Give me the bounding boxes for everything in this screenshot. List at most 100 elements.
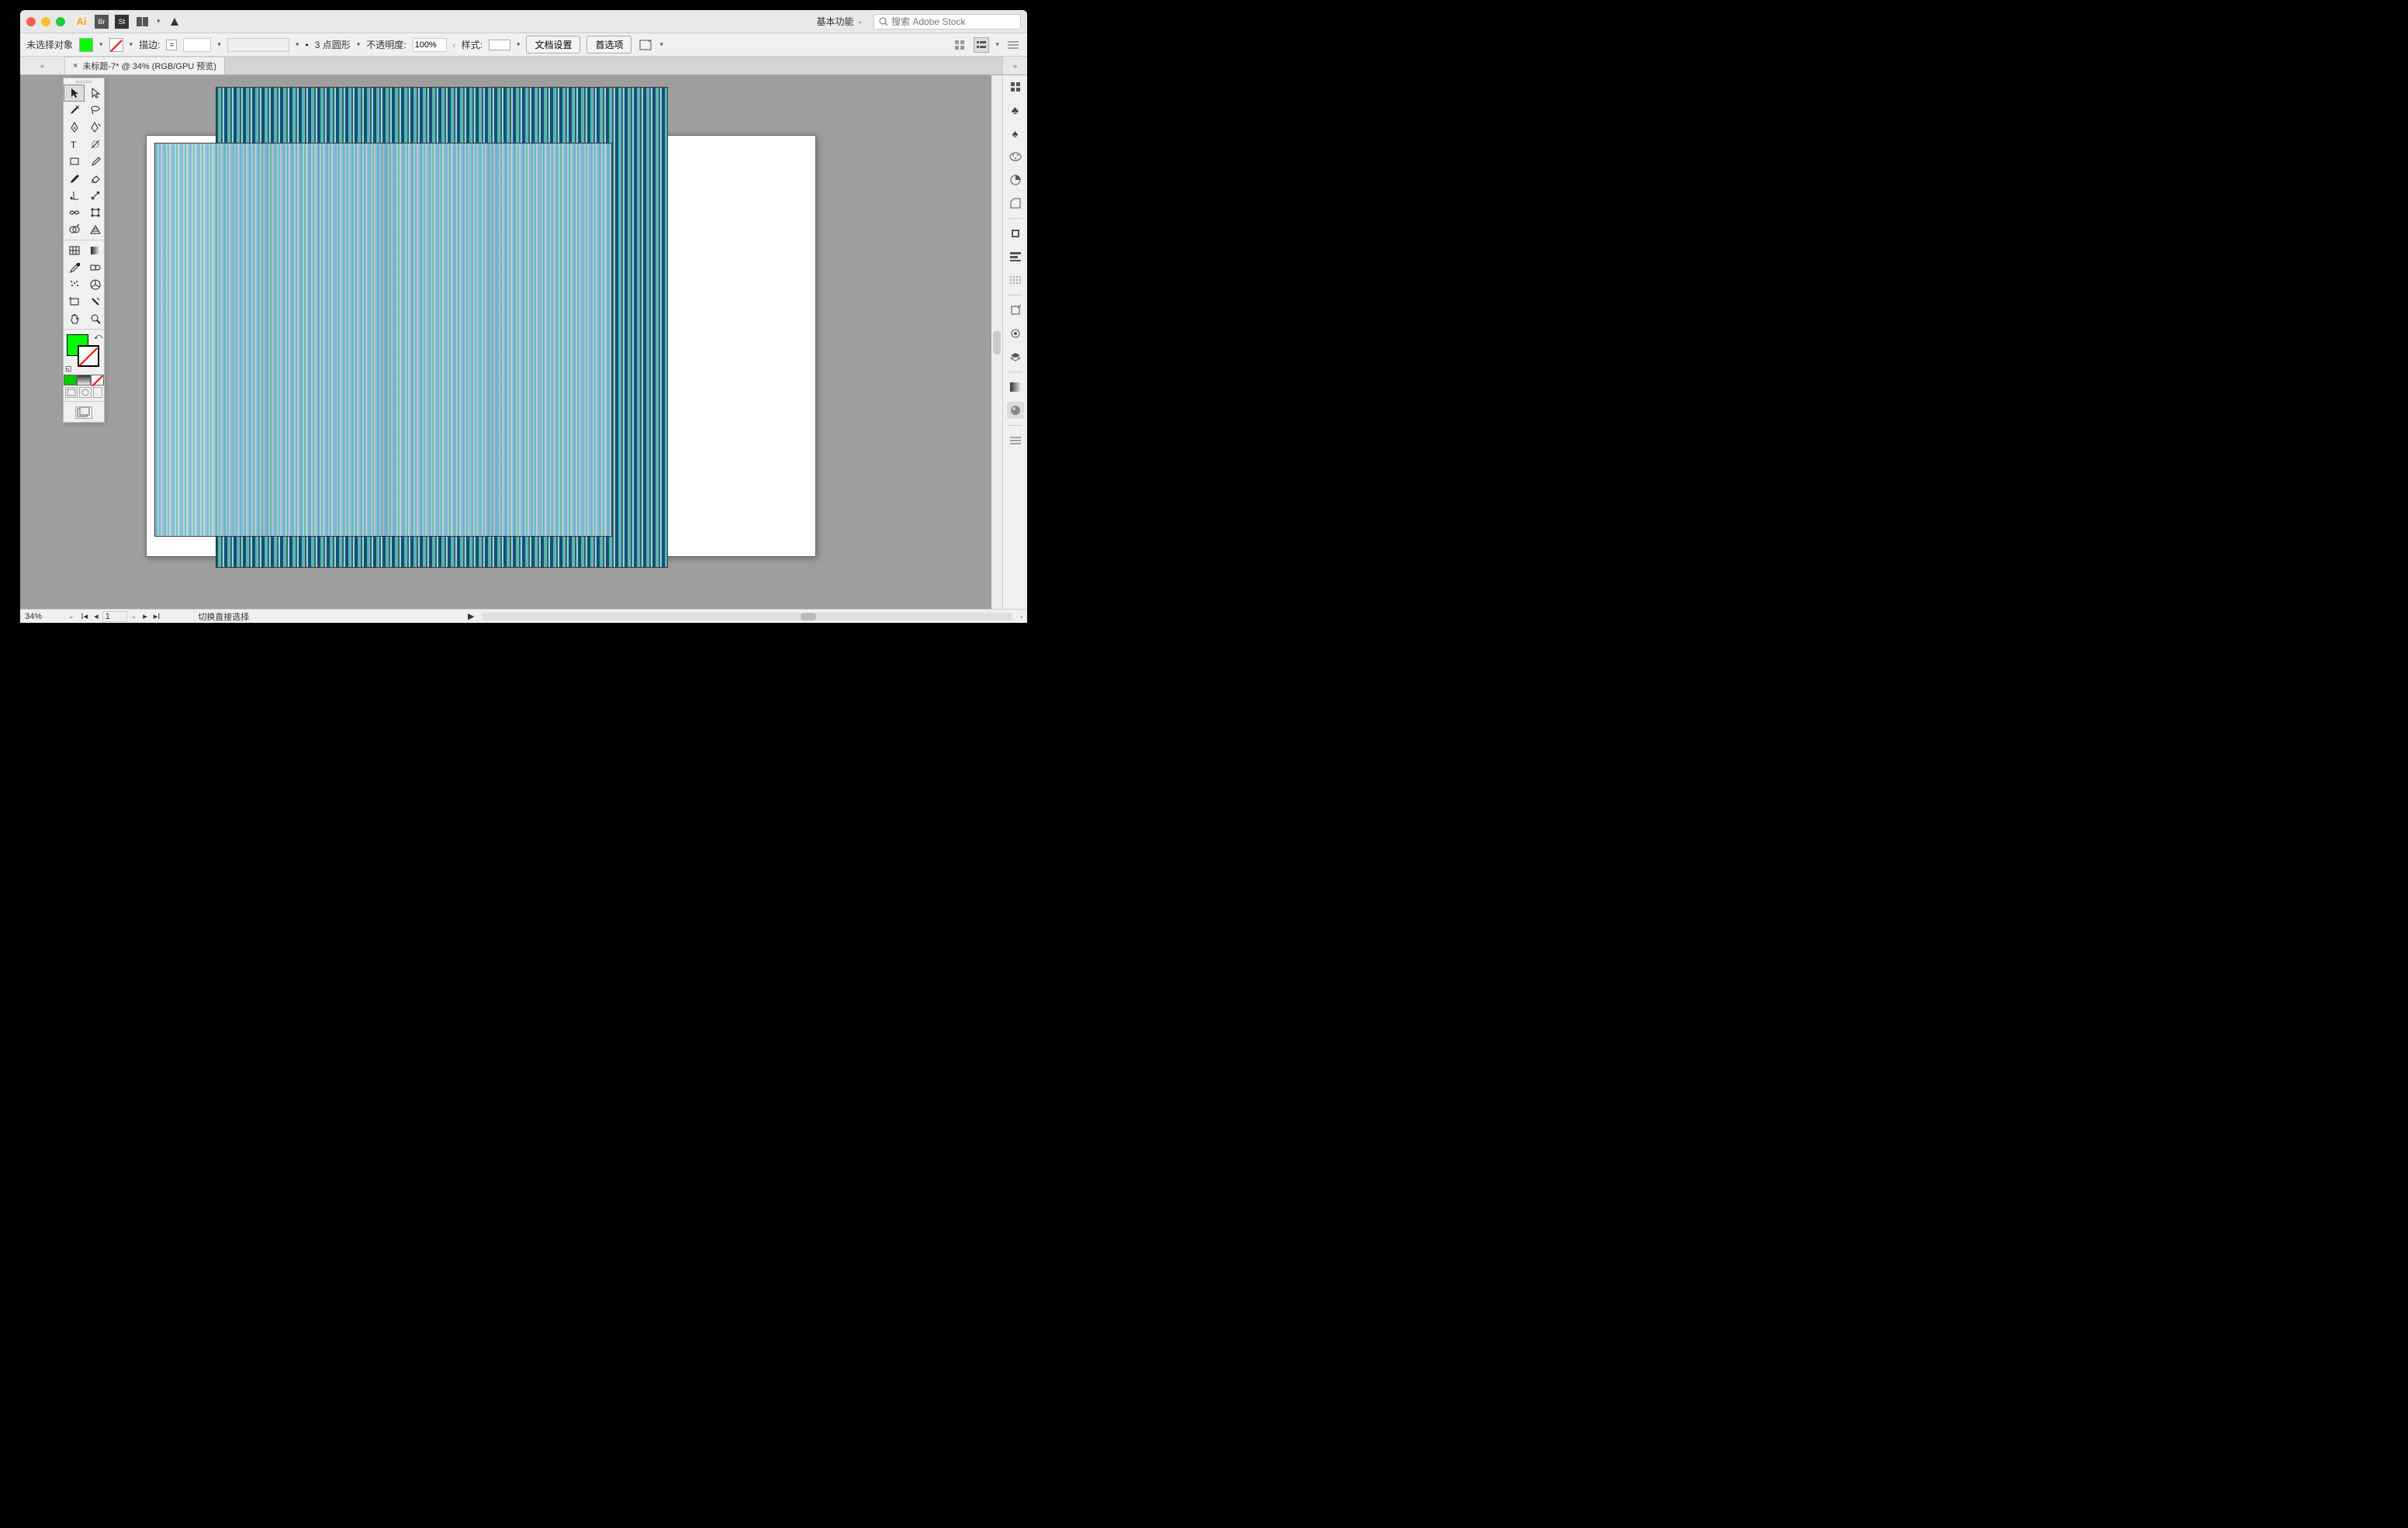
workspace-switcher[interactable]: 基本功能 ⌄: [811, 13, 867, 29]
minimize-window-icon[interactable]: [41, 17, 50, 26]
mesh-tool[interactable]: [64, 242, 85, 259]
pathfinder-panel-icon[interactable]: [1007, 271, 1024, 289]
zoom-tool[interactable]: [85, 310, 106, 327]
default-fill-stroke-icon[interactable]: ◱: [65, 365, 72, 373]
first-artboard-icon[interactable]: I◂: [79, 611, 91, 621]
horizontal-scrollbar[interactable]: [483, 613, 1012, 621]
eraser-tool[interactable]: [85, 170, 106, 187]
direct-selection-tool[interactable]: [85, 85, 106, 102]
gradient-panel-icon[interactable]: [1007, 379, 1024, 396]
opacity-input[interactable]: [413, 38, 447, 52]
color-mode-color[interactable]: [64, 375, 77, 385]
stroke-color-icon[interactable]: [78, 345, 99, 367]
panels-collapse-handle[interactable]: »: [1002, 57, 1027, 74]
vw-dd-icon[interactable]: ▾: [357, 40, 361, 49]
prev-artboard-icon[interactable]: ◂: [92, 611, 101, 621]
arrange-docs-icon[interactable]: [135, 14, 150, 29]
arrange-chevron-icon[interactable]: ▾: [157, 17, 161, 26]
properties-panel-icon[interactable]: [1007, 78, 1024, 95]
artboard-number-input[interactable]: 1: [102, 611, 127, 622]
zoom-level[interactable]: 34%: [25, 612, 64, 621]
stroke-weight-dd-icon[interactable]: ▾: [217, 40, 221, 49]
close-window-icon[interactable]: [26, 17, 36, 26]
fill-stroke-control[interactable]: ⤺ ◱: [64, 331, 104, 375]
tools-drag-handle[interactable]: [64, 78, 104, 85]
preferences-button[interactable]: 首选项: [586, 36, 631, 54]
brush-def-dropdown[interactable]: [227, 38, 289, 52]
list-view-icon[interactable]: [974, 37, 989, 53]
canvas[interactable]: [20, 75, 1002, 609]
status-arrow-icon[interactable]: ▶: [468, 611, 474, 621]
hand-tool[interactable]: [64, 310, 85, 327]
magic-wand-tool[interactable]: [64, 102, 85, 119]
swap-fill-stroke-icon[interactable]: ⤺: [94, 333, 102, 341]
panel-menu-icon[interactable]: [1005, 37, 1021, 53]
screen-mode-icon[interactable]: [75, 406, 92, 419]
stroke-weight-input[interactable]: [183, 38, 211, 52]
type-tool[interactable]: T: [64, 136, 85, 153]
color-panel-icon[interactable]: [1007, 148, 1024, 165]
stroke-panel-icon[interactable]: [1007, 225, 1024, 242]
libraries-panel-icon[interactable]: ♣: [1007, 102, 1024, 119]
rectangle-tool[interactable]: [64, 153, 85, 170]
width-tool[interactable]: [64, 204, 85, 221]
layers-panel-icon[interactable]: [1007, 348, 1024, 365]
selection-tool[interactable]: [64, 85, 85, 102]
draw-normal-icon[interactable]: [65, 387, 78, 398]
transform-dd-icon[interactable]: ▾: [659, 40, 663, 49]
lasso-tool[interactable]: [85, 102, 106, 119]
transform-panel-icon[interactable]: [1007, 302, 1024, 319]
vertical-scrollbar[interactable]: [991, 75, 1002, 609]
brushes-panel-icon[interactable]: ♠: [1007, 125, 1024, 142]
stroke-swatch[interactable]: [109, 38, 123, 52]
rotate-tool[interactable]: [64, 187, 85, 204]
hscroll-right-icon[interactable]: ›: [1020, 613, 1022, 621]
symbol-sprayer-tool[interactable]: [64, 276, 85, 293]
fill-dd-icon[interactable]: ▾: [99, 40, 103, 49]
bridge-icon[interactable]: Br: [95, 15, 109, 29]
next-artboard-icon[interactable]: ▸: [140, 611, 150, 621]
draw-behind-icon[interactable]: [79, 387, 92, 398]
close-tab-icon[interactable]: ×: [73, 61, 78, 71]
appearance-panel-icon[interactable]: [1007, 325, 1024, 342]
stroke-weight-stepper[interactable]: ≎: [166, 40, 177, 50]
column-graph-tool[interactable]: [85, 276, 106, 293]
document-tab[interactable]: × 未标题-7* @ 34% (RGB/GPU 预览): [65, 57, 225, 74]
color-mode-gradient[interactable]: [77, 375, 90, 385]
line-segment-tool[interactable]: [85, 136, 106, 153]
gpu-icon[interactable]: [167, 14, 182, 29]
document-setup-button[interactable]: 文档设置: [526, 36, 580, 54]
fill-swatch[interactable]: [79, 38, 93, 52]
artboard-tool[interactable]: [64, 293, 85, 310]
opacity-dd-icon[interactable]: ›: [453, 41, 455, 49]
gradient-tool[interactable]: [85, 242, 106, 259]
grid-view-icon[interactable]: [952, 37, 967, 53]
stock-search-input[interactable]: [891, 16, 1015, 27]
zoom-dd-icon[interactable]: ⌄: [68, 612, 74, 621]
transform-ref-icon[interactable]: [638, 37, 653, 53]
scale-tool[interactable]: [85, 187, 106, 204]
pen-tool[interactable]: [64, 119, 85, 136]
curvature-tool[interactable]: [85, 119, 106, 136]
stock-icon[interactable]: St: [115, 15, 129, 29]
vscroll-thumb[interactable]: [993, 331, 1001, 354]
pencil-tool[interactable]: [64, 170, 85, 187]
paintbrush-tool[interactable]: [85, 153, 106, 170]
color-mode-none[interactable]: [91, 375, 104, 385]
artwork-stripes-front[interactable]: [154, 143, 612, 537]
graphic-styles-panel-icon[interactable]: [1007, 402, 1024, 419]
artboard-dd-icon[interactable]: ⌄: [129, 612, 140, 621]
eyedropper-tool[interactable]: [64, 259, 85, 276]
swatches-panel-icon[interactable]: [1007, 195, 1024, 212]
variable-width-profile[interactable]: 3 点圆形: [315, 38, 351, 51]
hscroll-thumb[interactable]: [801, 613, 816, 621]
listview-dd-icon[interactable]: ▾: [995, 40, 999, 49]
free-transform-tool[interactable]: [85, 204, 106, 221]
color-guide-panel-icon[interactable]: [1007, 171, 1024, 188]
style-dd-icon[interactable]: ▾: [517, 40, 521, 49]
slice-tool[interactable]: [85, 293, 106, 310]
last-artboard-icon[interactable]: ▸I: [151, 611, 163, 621]
stroke-dd-icon[interactable]: ▾: [130, 40, 133, 49]
blend-tool[interactable]: [85, 259, 106, 276]
perspective-grid-tool[interactable]: [85, 221, 106, 238]
